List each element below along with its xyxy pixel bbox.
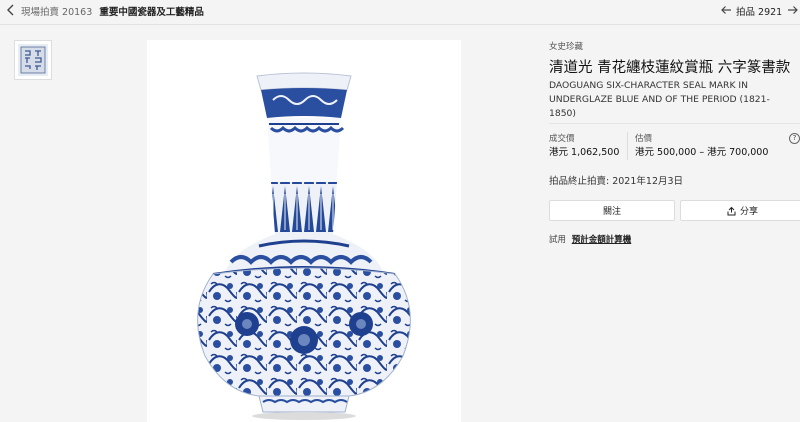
lot-title-english: DAOGUANG SIX-CHARACTER SEAL MARK IN UNDE… bbox=[549, 80, 770, 119]
lot-info-panel: 女史珍藏 清道光 青花纏枝蓮紋賞瓶 六字篆書款 DAOGUANG SIX-CHA… bbox=[549, 40, 800, 245]
sale-end-date: 拍品終止拍賣: 2021年12月3日 bbox=[549, 176, 684, 187]
share-button-label: 分享 bbox=[739, 207, 758, 217]
breadcrumb[interactable]: 現場拍賣 20163 重要中國瓷器及工藝精品 bbox=[21, 4, 204, 18]
breadcrumb-sale-title[interactable]: 重要中國瓷器及工藝精品 bbox=[99, 7, 204, 18]
price-divider bbox=[627, 132, 628, 160]
help-icon[interactable]: ? bbox=[789, 133, 800, 144]
image-thumbnail[interactable] bbox=[14, 40, 52, 80]
share-icon bbox=[727, 206, 736, 215]
follow-button[interactable]: 關注 bbox=[549, 200, 675, 221]
estimate-label: 估價 bbox=[635, 134, 653, 144]
lot-navigation: 拍品 2921 bbox=[720, 0, 800, 22]
lot-number: 拍品 2921 bbox=[736, 7, 783, 18]
main-lot-image[interactable] bbox=[147, 40, 461, 422]
header-divider bbox=[0, 24, 800, 25]
realised-price-value: 港元 1,062,500 bbox=[549, 147, 620, 158]
vase-image bbox=[197, 72, 411, 420]
arrow-left-icon[interactable] bbox=[720, 4, 732, 16]
arrow-right-icon[interactable] bbox=[787, 4, 799, 16]
seal-mark-thumbnail-image bbox=[18, 44, 48, 76]
chevron-left-icon[interactable] bbox=[6, 3, 16, 17]
info-divider bbox=[549, 123, 800, 124]
calculator-link[interactable]: 預計金額計算機 bbox=[572, 235, 632, 245]
top-bar: 現場拍賣 20163 重要中國瓷器及工藝精品 拍品 2921 bbox=[0, 0, 800, 22]
breadcrumb-sale-type[interactable]: 現場拍賣 bbox=[21, 7, 59, 18]
lot-title-chinese: 清道光 青花纏枝蓮紋賞瓶 六字篆書款 bbox=[549, 60, 791, 76]
provenance-label: 女史珍藏 bbox=[549, 42, 584, 52]
calculator-prefix: 試用 bbox=[549, 235, 567, 245]
estimate-value: 港元 500,000 – 港元 700,000 bbox=[635, 147, 769, 158]
share-button[interactable]: 分享 bbox=[680, 200, 800, 221]
calculator-line: 試用 預計金額計算機 bbox=[549, 233, 631, 245]
breadcrumb-sale-number[interactable]: 20163 bbox=[62, 7, 92, 18]
realised-price-label: 成交價 bbox=[549, 134, 575, 144]
follow-button-label: 關注 bbox=[602, 207, 621, 217]
